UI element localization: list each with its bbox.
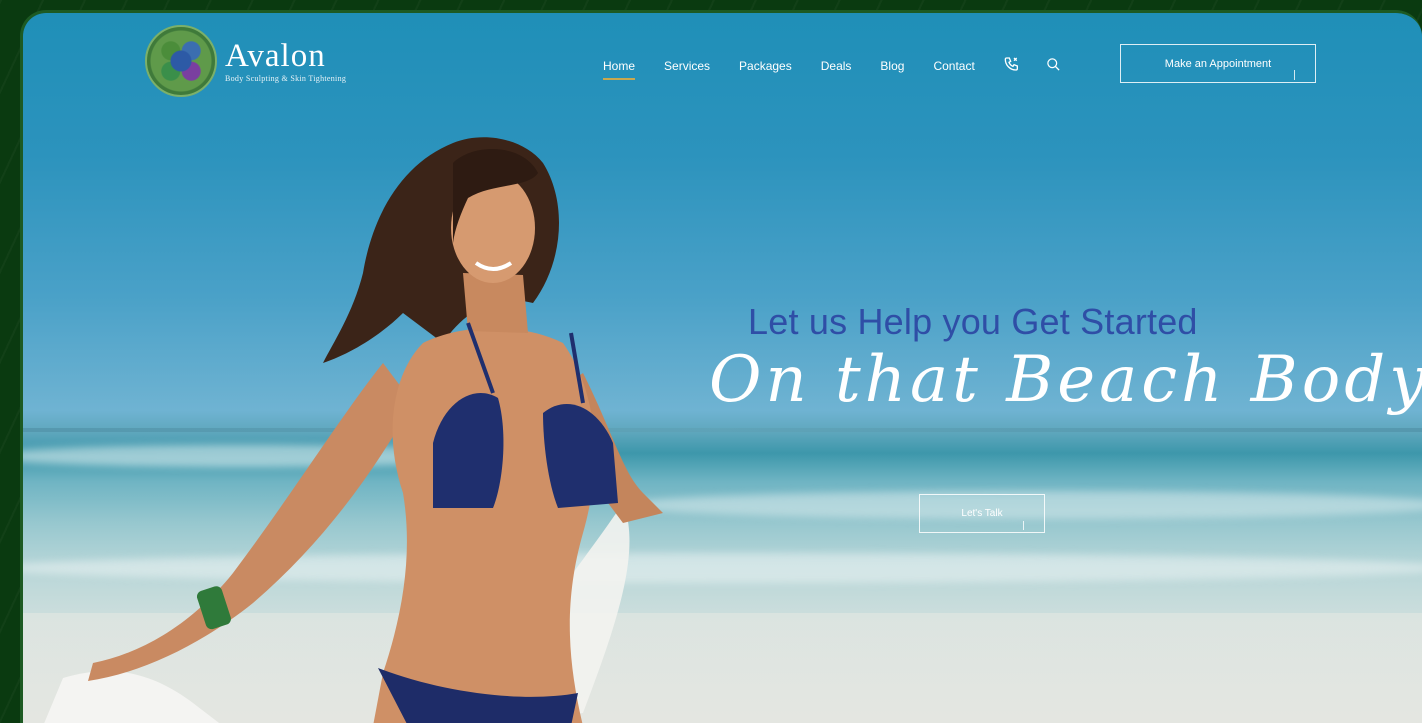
lets-talk-button[interactable]: Let's Talk xyxy=(919,494,1045,533)
main-nav: Home Services Packages Deals Blog Contac… xyxy=(603,56,1087,80)
nav-contact[interactable]: Contact xyxy=(933,59,974,73)
bikini-top xyxy=(543,404,618,508)
brand-tagline: Body Sculpting & Skin Tightening xyxy=(225,73,347,83)
scarf xyxy=(44,671,220,723)
nav-services[interactable]: Services xyxy=(664,59,710,73)
search-icon[interactable] xyxy=(1046,57,1061,75)
nav-blog[interactable]: Blog xyxy=(880,59,904,73)
phone-icon[interactable] xyxy=(1004,56,1020,75)
make-appointment-button[interactable]: Make an Appointment xyxy=(1120,44,1316,83)
mandala-logo-icon xyxy=(145,25,217,97)
nav-home[interactable]: Home xyxy=(603,59,636,80)
brand-name: Avalon xyxy=(225,37,326,74)
nav-deals[interactable]: Deals xyxy=(821,59,852,73)
website-hero-card: Avalon Body Sculpting & Skin Tightening … xyxy=(20,10,1422,723)
hero-headline: Let us Help you Get Started xyxy=(748,301,1198,342)
hero-script-line: On that Beach Body! xyxy=(709,343,1422,417)
hero-model-image xyxy=(44,137,663,723)
arm xyxy=(88,363,413,681)
brand-logo[interactable]: Avalon Body Sculpting & Skin Tightening xyxy=(145,25,346,97)
nav-packages[interactable]: Packages xyxy=(739,59,792,73)
torso xyxy=(373,328,595,723)
